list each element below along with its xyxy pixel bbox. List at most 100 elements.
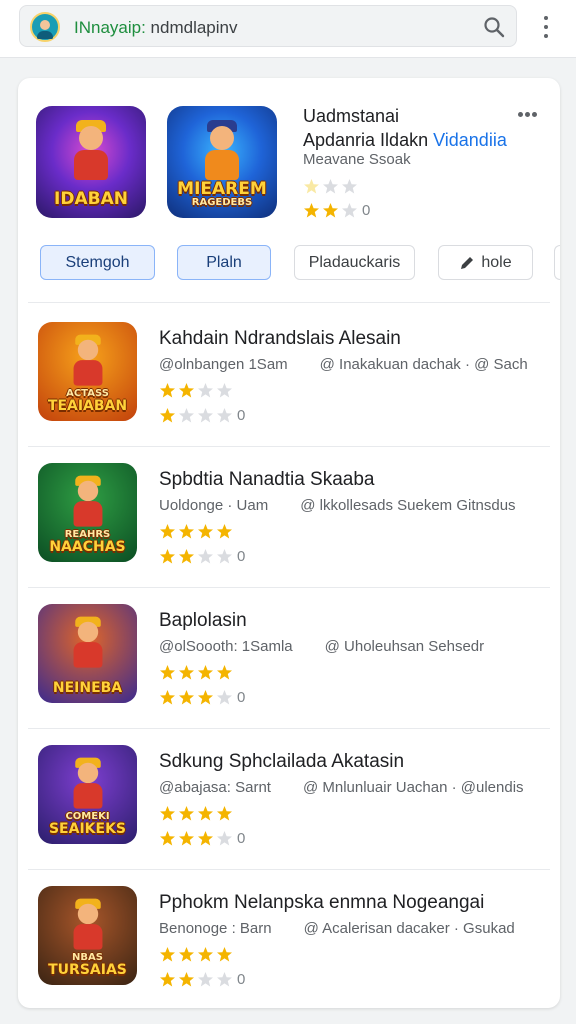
url-rest: ndmdlapinv xyxy=(145,18,238,37)
featured-app-icon-2[interactable]: MIEAREM RAGEDEBS xyxy=(167,106,277,218)
star-filled-icon xyxy=(179,382,194,397)
top-bar: INnayaip: ndmdlapinv xyxy=(0,0,576,58)
star-filled-icon xyxy=(179,548,194,563)
app-rating-bottom: 0 xyxy=(159,547,245,565)
avatar[interactable] xyxy=(30,12,60,42)
star-filled-icon xyxy=(217,805,232,820)
app-icon-title: TEAIABAN xyxy=(47,398,128,414)
filter-chip-label: Stemgoh xyxy=(65,253,130,271)
app-meta-left: Benonoge : Barn xyxy=(159,920,272,937)
app-title[interactable]: Baplolasin xyxy=(159,610,247,632)
search-icon[interactable] xyxy=(482,15,506,39)
character-icon xyxy=(67,334,110,388)
app-icon-text: NEINEBA xyxy=(38,681,137,695)
star-filled-icon xyxy=(160,946,175,961)
app-icon[interactable]: NEINEBA xyxy=(38,604,137,703)
character-icon xyxy=(67,616,110,670)
star-filled-icon xyxy=(198,689,213,704)
star-filled-icon xyxy=(179,664,194,679)
app-icon-text: COMEKI SEAIKEKS xyxy=(38,812,137,837)
star-filled-icon xyxy=(198,664,213,679)
app-icon-text: REAHRS NAACHAS xyxy=(38,530,137,555)
pencil-icon xyxy=(461,256,474,269)
app-title[interactable]: Kahdain Ndrandslais Alesain xyxy=(159,328,401,350)
app-list-item[interactable]: NBAS TURSAIAS Pphokm Nelanpska enmna Nogea… xyxy=(18,870,560,1010)
filter-chip-plaln[interactable]: Plaln xyxy=(177,245,271,280)
app-icon-text: ACTASS TEAIABAN xyxy=(38,389,137,414)
app-icon-title: NAACHAS xyxy=(49,539,126,555)
app-meta-right: @ Inakakuan dachak · @ Sach xyxy=(319,356,528,373)
star-empty-icon xyxy=(217,407,232,422)
app-icon-title: SEAIKEKS xyxy=(48,821,127,837)
star-empty-icon xyxy=(217,971,232,986)
star-filled-icon xyxy=(160,664,175,679)
app-title[interactable]: Sdkung Sphclailada Akatasin xyxy=(159,751,404,773)
rating-count: 0 xyxy=(237,688,246,706)
app-list-item[interactable]: NEINEBA Baplolasin @olSoooth: 1Samla @ Uhol… xyxy=(18,588,560,728)
app-rating-bottom: 0 xyxy=(159,829,245,847)
app-rating-bottom: 0 xyxy=(159,406,245,424)
app-icon[interactable]: ACTASS TEAIABAN xyxy=(38,322,137,421)
divider xyxy=(28,302,550,303)
app-icon[interactable]: REAHRS NAACHAS xyxy=(38,463,137,562)
star-filled-icon xyxy=(179,971,194,986)
filter-chip-label: Pladauckaris xyxy=(308,253,401,271)
filter-chip-hole[interactable]: hole xyxy=(438,245,533,280)
star-filled-icon xyxy=(160,548,175,563)
rating-count: 0 xyxy=(237,547,246,565)
app-meta-right: @ Uholeuhsan Sehsedr xyxy=(324,638,485,655)
app-rating-top xyxy=(159,804,235,822)
app-meta-left: @olnbangen 1Sam xyxy=(159,356,288,373)
character-icon xyxy=(66,120,116,182)
featured-app-icon-1-text: IDABAN xyxy=(54,189,128,209)
filter-chip-stemgoh[interactable]: Stemgoh xyxy=(40,245,155,280)
character-icon xyxy=(67,898,110,952)
star-empty-icon xyxy=(323,178,338,193)
app-meta: Uoldonge · Uam @ lkkollesads Suekem Gitns… xyxy=(159,497,516,514)
featured-title-accent: Vidandiia xyxy=(433,130,507,150)
app-title[interactable]: Spbdtia Nanadtia Skaaba xyxy=(159,469,375,491)
filter-chip-label: hole xyxy=(481,253,512,271)
filter-chip-pladauckaris[interactable]: Pladauckaris xyxy=(294,245,415,280)
character-icon xyxy=(67,475,110,529)
url-text[interactable]: INnayaip: ndmdlapinv xyxy=(74,18,238,38)
app-rating-bottom: 0 xyxy=(159,970,245,988)
app-list-item[interactable]: REAHRS NAACHAS Spbdtia Nanadtia Skaaba Uold… xyxy=(18,447,560,587)
address-bar[interactable]: INnayaip: ndmdlapinv xyxy=(19,5,517,47)
star-filled-icon xyxy=(179,523,194,538)
app-icon[interactable]: COMEKI SEAIKEKS xyxy=(38,745,137,844)
url-highlight: INnayaip: xyxy=(74,18,146,37)
app-list-item[interactable]: COMEKI SEAIKEKS Sdkung Sphclailada Akatasi… xyxy=(18,729,560,869)
star-empty-icon xyxy=(342,202,357,217)
filter-chip-label: Plaln xyxy=(206,253,242,271)
star-filled-icon xyxy=(217,523,232,538)
app-icon[interactable]: NBAS TURSAIAS xyxy=(38,886,137,985)
featured-title[interactable]: Uadmstanai Apdanria Ildakn Vidandiia xyxy=(303,104,507,152)
app-title[interactable]: Pphokm Nelanpska enmna Nogeangai xyxy=(159,892,484,914)
rating-count: 0 xyxy=(237,406,246,424)
rating-count: 0 xyxy=(237,829,246,847)
app-meta-right: @ lkkollesads Suekem Gitnsdus xyxy=(300,497,516,514)
star-filled-icon xyxy=(198,830,213,845)
star-empty-icon xyxy=(198,971,213,986)
star-empty-icon xyxy=(198,548,213,563)
star-filled-icon xyxy=(179,805,194,820)
rating-count: 0 xyxy=(237,970,246,988)
app-meta-right: @ Mnlunluair Uachan · @ulendis xyxy=(302,779,524,796)
character-icon xyxy=(197,120,247,182)
avatar-face xyxy=(40,20,50,30)
more-options-icon[interactable] xyxy=(518,104,542,117)
featured-app-icon-1[interactable]: IDABAN xyxy=(36,106,146,218)
star-filled-icon xyxy=(160,523,175,538)
overflow-menu-icon[interactable] xyxy=(542,16,550,38)
star-empty-icon xyxy=(217,548,232,563)
app-list-item[interactable]: ACTASS TEAIABAN Kahdain Ndrandslais Alesai… xyxy=(18,306,560,446)
app-icon-text: NBAS TURSAIAS xyxy=(38,953,137,978)
app-rating-top xyxy=(159,522,235,540)
star-filled-icon xyxy=(160,382,175,397)
star-empty-icon xyxy=(217,689,232,704)
filter-chip-overflow[interactable] xyxy=(554,245,560,280)
featured-subtitle: Meavane Ssoak xyxy=(303,151,411,168)
star-filled-icon xyxy=(179,946,194,961)
app-meta-left: @olSoooth: 1Samla xyxy=(159,638,293,655)
